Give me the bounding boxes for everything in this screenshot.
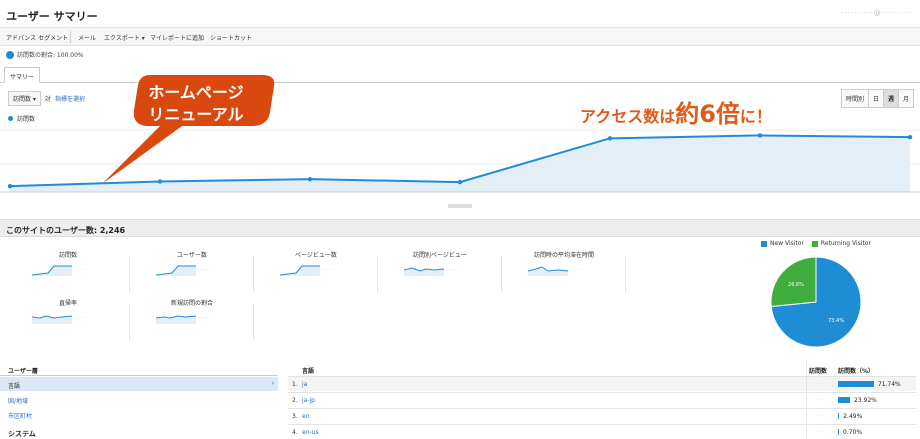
- col-header-language: 言語: [302, 368, 315, 375]
- metric-label: ユーザー数: [177, 252, 207, 259]
- metric-label: 訪問時の平均滞在時間: [533, 252, 594, 259]
- row-language-link[interactable]: en: [302, 413, 310, 420]
- returning-visitor-swatch: [811, 240, 818, 247]
- nav-item-label: 言語: [8, 383, 21, 390]
- table-row[interactable]: 3. en ····· 2.49%: [288, 408, 916, 423]
- row-pct-value: 2.49%: [843, 413, 863, 420]
- pie-label-new: 73.4%: [828, 318, 844, 324]
- row-language-link[interactable]: ja: [302, 381, 307, 388]
- metric-tile-bounce-rate[interactable]: 直帰率 ·····: [6, 298, 130, 342]
- nav-heading: ユーザー層: [0, 362, 278, 376]
- col-header-visits: 訪問数: [809, 368, 828, 375]
- tile-divider: [253, 304, 254, 340]
- row-number: 3.: [292, 413, 298, 420]
- row-visit-count-hidden: ·····: [815, 381, 828, 387]
- new-visitor-swatch: [761, 240, 767, 247]
- headline-suffix: に！: [739, 107, 772, 126]
- chart-resize-handle: [448, 204, 472, 208]
- sparkline-icon: [280, 265, 320, 276]
- sparkline-icon: [156, 315, 196, 324]
- metric-value-hidden: ·····: [322, 267, 335, 273]
- table-row[interactable]: 4. en-us ····· 0.70%: [288, 424, 916, 439]
- headline-annotation: アクセス数は約6倍に！: [580, 94, 772, 129]
- metric-value-hidden: ·····: [198, 315, 211, 321]
- metric-tile-users[interactable]: ユーザー数 ·····: [130, 250, 254, 294]
- row-pct-bar: [838, 381, 874, 387]
- summary-title: このサイトのユーザー数: 2,246: [6, 226, 126, 235]
- metric-tile-visits[interactable]: 訪問数 ·····: [6, 250, 130, 294]
- metric-label: 新規訪問の割合: [170, 300, 213, 307]
- row-number: 2.: [292, 397, 298, 404]
- visitor-pie-chart: 73.4% 26.6%: [770, 256, 862, 348]
- row-visit-count-hidden: ·····: [815, 429, 828, 435]
- metric-tile-pageviews[interactable]: ページビュー数 ·····: [254, 250, 378, 294]
- table-row[interactable]: 1. ja ····· 71.74%: [288, 376, 916, 391]
- metric-label: ページビュー数: [295, 252, 337, 259]
- metric-value-hidden: ·····: [74, 267, 87, 273]
- tile-divider: [625, 256, 626, 292]
- metric-tile-new-visits[interactable]: 新規訪問の割合 ·····: [130, 298, 254, 342]
- callout-text: ホームページ リニューアル: [136, 82, 256, 126]
- sparkline-icon: [32, 315, 72, 324]
- pie-legend-new: New Visitor: [761, 240, 804, 247]
- nav-item-city[interactable]: 市区町村: [0, 407, 278, 421]
- row-pct-bar: [838, 413, 840, 419]
- metric-value-hidden: ·····: [74, 315, 87, 321]
- sparkline-icon: [404, 267, 444, 276]
- table-row[interactable]: 2. ja-jp ····· 23.92%: [288, 392, 916, 407]
- pie-legend-returning: Returning Visitor: [811, 240, 871, 247]
- col-header-visits-pct: 訪問数（%）: [838, 368, 875, 375]
- row-pct-value: 0.70%: [843, 429, 863, 436]
- nav-section-system: システム: [8, 430, 36, 438]
- nav-item-country[interactable]: 国/地域: [0, 392, 278, 406]
- sparkline-icon: [156, 265, 196, 276]
- row-visit-count-hidden: ·····: [815, 413, 828, 419]
- metric-tile-avg-duration[interactable]: 訪問時の平均滞在時間 ·····: [502, 250, 626, 294]
- sparkline-icon: [528, 266, 568, 276]
- row-visit-count-hidden: ·····: [815, 397, 828, 403]
- pie-legend: New Visitor Returning Visitor: [761, 240, 871, 247]
- metric-value-hidden: ·····: [446, 267, 459, 273]
- row-pct-bar: [838, 429, 839, 435]
- row-number: 1.: [292, 381, 298, 388]
- callout-line-2: リニューアル: [148, 105, 244, 124]
- chevron-right-icon: ›: [271, 380, 274, 387]
- column-divider: [806, 362, 807, 439]
- new-visitor-label: New Visitor: [770, 240, 804, 247]
- sparkline-icon: [32, 265, 72, 276]
- metric-value-hidden: ·····: [198, 267, 211, 273]
- metric-tile-pages-per-visit[interactable]: 訪問別ページビュー ·····: [378, 250, 502, 294]
- callout-line-1: ホームページ: [148, 83, 244, 102]
- metric-value-hidden: ·····: [570, 267, 583, 273]
- metric-label: 直帰率: [58, 300, 77, 307]
- row-pct-value: 23.92%: [853, 397, 877, 404]
- headline-prefix: アクセス数は: [580, 107, 676, 126]
- headline-big: 約6倍: [675, 100, 740, 128]
- summary-section-bar: このサイトのユーザー数: 2,246: [0, 219, 920, 237]
- metric-label: 訪問別ページビュー: [413, 252, 467, 259]
- row-language-link[interactable]: en-us: [302, 429, 319, 436]
- row-pct-value: 71.74%: [877, 381, 901, 388]
- row-pct-bar: [838, 397, 850, 403]
- metric-label: 訪問数: [58, 252, 77, 259]
- nav-item-language[interactable]: 言語 ›: [0, 377, 278, 391]
- row-number: 4.: [292, 429, 298, 436]
- row-language-link[interactable]: ja-jp: [302, 397, 315, 404]
- pie-label-returning: 26.6%: [788, 282, 804, 288]
- returning-visitor-label: Returning Visitor: [820, 240, 871, 247]
